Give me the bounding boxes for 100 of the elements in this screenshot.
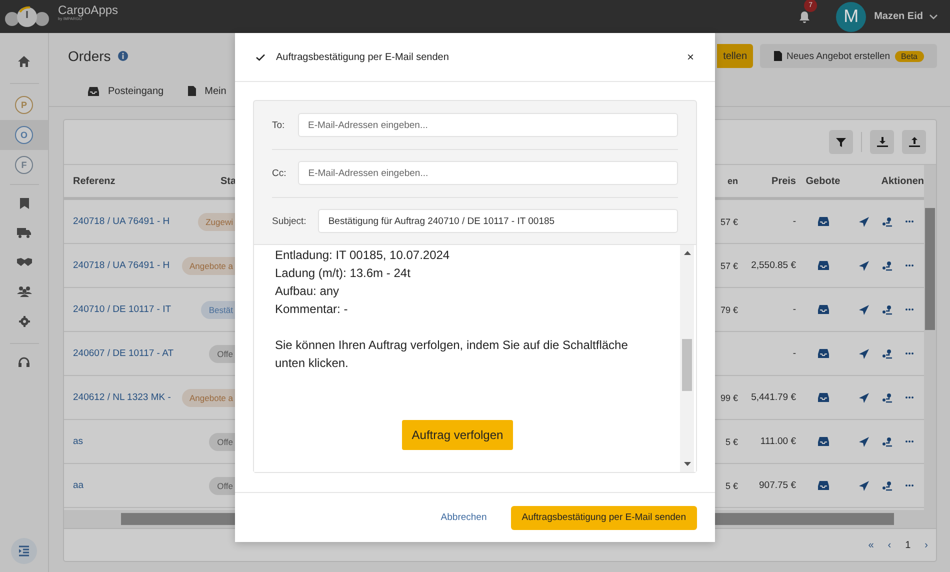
button-label: Neues Angebot erstellen: [786, 50, 890, 62]
input-field[interactable]: Bestätigung für Auftrag 240710 / DE 10117 - IT 00185: [318, 209, 678, 233]
user-avatar[interactable]: M: [836, 2, 866, 32]
price-cell: -: [792, 348, 796, 359]
order-reference-link[interactable]: as: [73, 436, 84, 447]
order-reference-link[interactable]: 240607 / DE 10117 - AT: [73, 348, 174, 359]
price-cell: 907.75 €: [759, 480, 796, 491]
more-icon[interactable]: [905, 220, 914, 223]
column-header[interactable]: en: [716, 176, 738, 186]
new-offer-button[interactable]: Neues Angebot erstellen Beta: [760, 44, 937, 68]
next-page-button[interactable]: ›: [920, 540, 932, 550]
order-reference-link[interactable]: 240718 / UA 76491 - H: [73, 260, 170, 271]
email-body[interactable]: Entladung: IT 00185, 10.07.2024 Ladung (m/t): 13.6m - 24t Aufbau: any Kommentar: - Sie können Ihren Auftrag verfolgen, indem Sie auf die Schaltfläche unten klicken. Auftrag verfolgen: [254, 244, 696, 472]
send-icon[interactable]: [859, 216, 869, 226]
settings-icon[interactable]: [18, 316, 30, 327]
send-button[interactable]: Auftragsbestätigung per E-Mail senden: [510, 506, 697, 530]
price-cell: 111.00 €: [760, 436, 796, 447]
inbox-icon[interactable]: [818, 305, 828, 314]
brand-name: CargoApps: [58, 4, 118, 16]
column-header[interactable]: Gebote: [796, 176, 850, 186]
status-tag: Bestät: [200, 300, 236, 318]
bookmark-icon[interactable]: [20, 198, 28, 209]
inbox-icon[interactable]: [818, 481, 828, 490]
inbox-icon[interactable]: [818, 393, 828, 402]
status-tag: Angebote a: [182, 256, 236, 274]
tab[interactable]: Mein: [188, 79, 226, 103]
download-button[interactable]: [870, 130, 894, 154]
info-icon[interactable]: [118, 51, 128, 61]
truck-icon[interactable]: [17, 228, 31, 238]
cancel-button[interactable]: Abbrechen: [440, 512, 487, 523]
more-icon[interactable]: [905, 264, 914, 267]
table-cell: 79 €: [720, 304, 738, 314]
workspace-letter: F: [15, 156, 33, 174]
status-tag: Zugewi: [198, 212, 236, 230]
route-icon[interactable]: [882, 260, 892, 270]
column-header[interactable]: Referenz: [73, 176, 116, 186]
route-icon[interactable]: [882, 304, 892, 314]
input-field[interactable]: E-Mail-Adressen eingeben...: [298, 113, 678, 137]
workspace-letter: P: [15, 96, 33, 114]
email-text-line: Kommentar: -: [275, 301, 349, 318]
download-icon: [876, 137, 888, 147]
route-icon[interactable]: [882, 392, 892, 402]
home-icon[interactable]: [18, 56, 30, 67]
order-reference-link[interactable]: aa: [73, 480, 84, 491]
vertical-scrollbar[interactable]: [924, 165, 936, 510]
inbox-icon[interactable]: [818, 349, 828, 358]
upload-button[interactable]: [902, 130, 926, 154]
scrollbar-thumb[interactable]: [682, 339, 692, 391]
collapse-sidebar-icon[interactable]: [11, 538, 37, 564]
scroll-up-icon[interactable]: [684, 251, 690, 255]
user-name[interactable]: Mazen Eid: [874, 11, 923, 22]
notification-bell-icon[interactable]: [799, 10, 810, 22]
more-icon[interactable]: [905, 396, 914, 399]
create-button[interactable]: tellen: [717, 44, 753, 68]
dialog-title: Auftragsbestätigung per E-Mail senden: [276, 52, 449, 62]
scroll-down-icon[interactable]: [684, 462, 690, 466]
route-icon[interactable]: [882, 348, 892, 358]
checkmark-icon: [256, 54, 265, 60]
send-icon[interactable]: [859, 436, 869, 446]
send-icon[interactable]: [859, 480, 869, 490]
status-tag: Offe: [209, 344, 236, 362]
inbox-icon[interactable]: [818, 261, 828, 270]
order-reference-link[interactable]: 240612 / NL 1323 MK -: [73, 392, 171, 403]
page-number-button[interactable]: 1: [901, 540, 915, 550]
previous-page-button[interactable]: ‹: [884, 540, 896, 550]
inbox-icon[interactable]: [818, 437, 828, 446]
route-icon[interactable]: [882, 216, 892, 226]
column-header[interactable]: Preis: [738, 176, 796, 186]
more-icon[interactable]: [905, 484, 914, 487]
send-icon[interactable]: [859, 304, 869, 314]
order-reference-link[interactable]: 240710 / DE 10117 - IT: [73, 304, 172, 315]
price-cell: -: [792, 304, 796, 315]
inbox-icon[interactable]: [818, 217, 828, 226]
send-icon[interactable]: [859, 260, 869, 270]
send-icon[interactable]: [859, 392, 869, 402]
order-reference-link[interactable]: 240718 / UA 76491 - H: [73, 216, 170, 227]
table-cell: 57 €: [720, 260, 738, 270]
headset-icon[interactable]: [18, 357, 30, 368]
field-label: To:: [272, 120, 286, 130]
route-icon[interactable]: [882, 480, 892, 490]
more-icon[interactable]: [905, 352, 914, 355]
input-field[interactable]: E-Mail-Adressen eingeben...: [298, 161, 678, 185]
email-text-line: Ladung (m/t): 13.6m - 24t: [275, 265, 412, 282]
chevron-down-icon[interactable]: [929, 14, 938, 20]
price-cell: 2,550.85 €: [751, 260, 796, 271]
column-header[interactable]: Aktionen: [850, 176, 924, 186]
first-page-button[interactable]: «: [864, 540, 878, 550]
users-icon[interactable]: [16, 286, 32, 297]
tab[interactable]: Posteingang: [88, 79, 164, 103]
beta-badge: Beta: [895, 50, 924, 62]
scrollbar[interactable]: [680, 245, 694, 472]
table-cell: 5 €: [725, 436, 738, 446]
close-button[interactable]: ×: [686, 50, 694, 64]
route-icon[interactable]: [882, 436, 892, 446]
more-icon[interactable]: [905, 440, 914, 443]
send-icon[interactable]: [859, 348, 869, 358]
more-icon[interactable]: [905, 308, 914, 311]
upload-icon: [908, 137, 920, 147]
filter-button[interactable]: [829, 130, 853, 154]
track-order-button[interactable]: Auftrag verfolgen: [402, 420, 514, 450]
